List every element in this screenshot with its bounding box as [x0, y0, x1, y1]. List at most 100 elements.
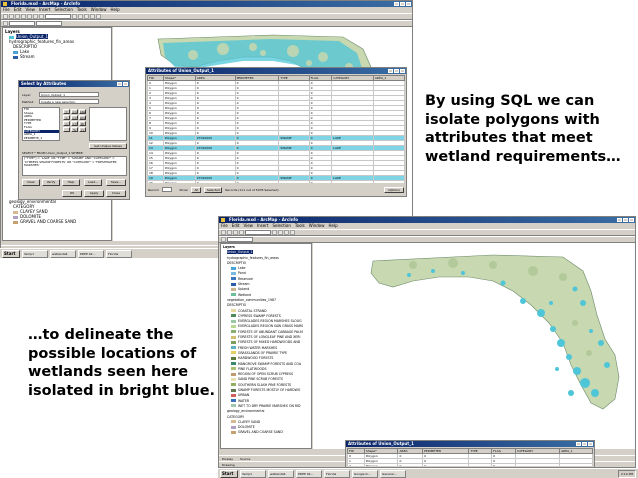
pan-icon[interactable]	[84, 14, 89, 19]
operator-button[interactable]: >	[63, 115, 70, 120]
record-input[interactable]	[162, 187, 173, 192]
verify-button[interactable]: Verify	[42, 179, 60, 186]
operator-button[interactable]: =	[63, 109, 70, 114]
task-item-wetlands[interactable]: wetlands6	[50, 249, 76, 258]
menu-tools[interactable]: Tools	[77, 7, 87, 13]
options-button[interactable]: Options	[384, 187, 404, 193]
load-button[interactable]: Load...	[84, 179, 102, 186]
task2-item-florida[interactable]: Florida	[324, 469, 350, 478]
close-button[interactable]	[406, 2, 411, 6]
save-button[interactable]: Save...	[106, 179, 126, 186]
apply-button[interactable]: Apply	[84, 190, 104, 197]
new-icon-2[interactable]	[221, 230, 226, 235]
minimize-button-2[interactable]	[617, 218, 622, 222]
dialog-close-button[interactable]	[123, 82, 128, 86]
menu-view-2[interactable]: View	[243, 223, 253, 229]
close-dialog-button[interactable]: Close	[106, 190, 126, 197]
operator-button[interactable]: <	[63, 121, 70, 126]
scale-dropdown[interactable]	[45, 14, 71, 19]
copy-icon[interactable]	[33, 14, 38, 19]
maximize-button-2[interactable]	[623, 218, 628, 222]
attr-min-button[interactable]	[388, 69, 393, 73]
operator-button[interactable]: >=	[71, 115, 78, 120]
menu-help[interactable]: Help	[111, 7, 120, 13]
window-1-titlebar[interactable]: Florida.mxd - ArcMap - ArcInfo	[1, 1, 412, 7]
close-button-2[interactable]	[629, 218, 634, 222]
show-all-button[interactable]: All	[191, 187, 202, 193]
task-item-pdep[interactable]: PDEP 02...	[78, 249, 104, 258]
operator-button[interactable]: _	[63, 127, 70, 132]
minimize-button[interactable]	[394, 2, 399, 6]
task2-item-pdep[interactable]: PDEP 02...	[296, 469, 322, 478]
query-textarea[interactable]: ["TYPE"] = 'LAKE' OR "TYPE" = 'SWAMP' AN…	[22, 156, 127, 176]
editor-icon-2[interactable]	[221, 237, 226, 242]
menu-tools-2[interactable]: Tools	[295, 223, 305, 229]
open-icon-2[interactable]	[227, 230, 232, 235]
dialog-help-button[interactable]	[117, 82, 122, 86]
menu-selection-2[interactable]: Selection	[272, 223, 290, 229]
menu-window-2[interactable]: Window	[309, 223, 325, 229]
zoom-in-icon-2[interactable]	[272, 230, 277, 235]
field-item[interactable]: PERIMETE_1	[24, 136, 59, 140]
attr2-min-button[interactable]	[576, 442, 581, 446]
operator-button[interactable]: %	[71, 127, 78, 132]
zoom-out-icon[interactable]	[78, 14, 83, 19]
attr2-close-button[interactable]	[588, 442, 593, 446]
window-2-map[interactable]	[313, 243, 635, 449]
operator-button[interactable]: ()	[79, 127, 86, 132]
new-icon[interactable]	[3, 14, 8, 19]
print-icon[interactable]	[21, 14, 26, 19]
pan-icon-2[interactable]	[284, 230, 289, 235]
menu-window[interactable]: Window	[91, 7, 107, 13]
save-icon-2[interactable]	[233, 230, 238, 235]
task2-item-yemp1[interactable]: Yemp1	[240, 469, 266, 478]
identify-icon-2[interactable]	[290, 230, 295, 235]
maximize-button[interactable]	[400, 2, 405, 6]
target-dropdown[interactable]	[36, 21, 62, 26]
attr-table-2-titlebar[interactable]: Attributes of Union_Output_1	[346, 441, 594, 447]
start-button-1[interactable]: Start	[2, 249, 20, 258]
identify-icon[interactable]	[96, 14, 101, 19]
attr2-max-button[interactable]	[582, 442, 587, 446]
task2-item-wetlands[interactable]: wetlands6	[268, 469, 294, 478]
layer-dropdown[interactable]: Union_Output_1	[39, 92, 99, 97]
menu-edit-2[interactable]: Edit	[232, 223, 240, 229]
attr-table-1-titlebar[interactable]: Attributes of Union_Output_1	[146, 68, 406, 74]
attr-max-button[interactable]	[394, 69, 399, 73]
toc-item[interactable]: GRAVEL AND COARSE SAND	[223, 430, 309, 435]
save-icon[interactable]	[15, 14, 20, 19]
drawing-menu-2[interactable]: Drawing	[222, 463, 234, 467]
method-dropdown[interactable]: Create a new selection	[39, 99, 99, 104]
task-item-florida[interactable]: Florida	[106, 249, 132, 258]
window-2-titlebar[interactable]: Florida.mxd - ArcMap - ArcInfo	[219, 217, 635, 223]
unique-values-list[interactable]	[89, 107, 127, 141]
menu-view[interactable]: View	[25, 7, 35, 13]
open-icon[interactable]	[9, 14, 14, 19]
zoom-out-icon-2[interactable]	[278, 230, 283, 235]
operator-button[interactable]: And	[79, 115, 86, 120]
task-dropdown[interactable]	[9, 21, 35, 26]
cut-icon[interactable]	[27, 14, 32, 19]
help-button[interactable]: Help	[62, 179, 80, 186]
ok-button[interactable]: OK	[62, 190, 82, 197]
menu-insert[interactable]: Insert	[39, 7, 50, 13]
dialog-titlebar[interactable]: Select by Attributes	[19, 81, 129, 87]
menu-file[interactable]: File	[3, 7, 10, 13]
menu-edit[interactable]: Edit	[14, 7, 22, 13]
menu-help-2[interactable]: Help	[329, 223, 338, 229]
operator-button[interactable]: <=	[71, 121, 78, 126]
operator-button[interactable]: <>	[71, 109, 78, 114]
task2-item-google[interactable]: Google In...	[352, 469, 378, 478]
operator-button[interactable]: Or	[79, 121, 86, 126]
full-extent-icon[interactable]	[90, 14, 95, 19]
clear-button[interactable]: Clear	[22, 179, 40, 186]
operator-button[interactable]: Like	[79, 109, 86, 114]
task-dropdown-2[interactable]	[227, 237, 253, 242]
task-item-yemp1[interactable]: Yemp1	[22, 249, 48, 258]
start-button-2[interactable]: Start	[220, 469, 238, 478]
scale-dropdown-2[interactable]	[245, 230, 271, 235]
fields-list[interactable]: FID Shape AREA PERIMETER TYPE FLAG CATEG…	[22, 107, 60, 141]
paste-icon[interactable]	[39, 14, 44, 19]
table-row[interactable]: 20 Polygon 0 0 0	[147, 180, 405, 183]
menu-selection[interactable]: Selection	[54, 7, 72, 13]
